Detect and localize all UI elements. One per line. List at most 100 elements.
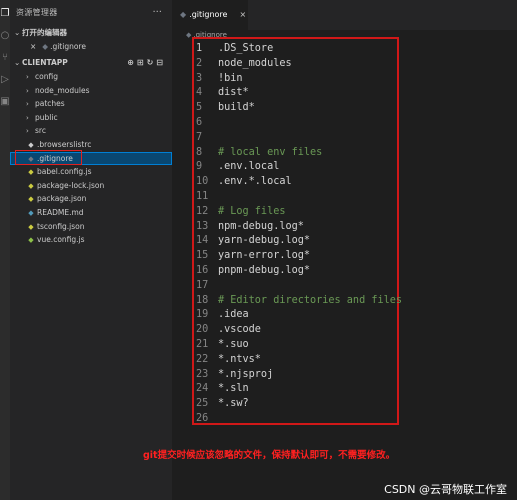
search-icon[interactable]: ○ xyxy=(0,28,10,44)
chevron-right-icon: › xyxy=(26,127,29,136)
line-number: 10 xyxy=(196,176,209,188)
line-number: 1 xyxy=(196,43,203,54)
code-text: .env.*.local xyxy=(218,176,292,188)
code-line: 9 .env.local xyxy=(196,160,402,175)
code-line: 8 # local env files xyxy=(196,146,402,161)
explorer-title: 资源管理器 xyxy=(16,8,58,17)
code-line: 1 .DS_Store xyxy=(196,42,402,57)
tree-item-label: patches xyxy=(35,99,65,109)
project-header[interactable]: ⌄ CLIENTAPP ⊕⊞↻⊟ xyxy=(10,56,172,70)
code-line: 5 build* xyxy=(196,101,402,116)
open-editor-item[interactable]: × ◆ .gitignore xyxy=(10,40,172,54)
chevron-right-icon: › xyxy=(26,86,29,95)
code-text: *.sln xyxy=(218,383,249,395)
code-text: yarn-debug.log* xyxy=(218,235,311,247)
line-number: 21 xyxy=(196,338,209,350)
editor-area: ◆ .gitignore × ◆ .gitignore 1 .DS_Store 2 node… xyxy=(172,0,517,500)
file-icon: ◆ xyxy=(28,195,34,204)
code-line: 26 xyxy=(196,412,402,427)
tree-file[interactable]: ◆ .gitignore xyxy=(10,149,172,166)
code-line: 3 !bin xyxy=(196,72,402,87)
line-number: 16 xyxy=(196,264,209,276)
close-icon[interactable]: × xyxy=(30,42,36,51)
tree-file[interactable]: ◆ babel.config.js xyxy=(10,165,172,179)
line-number: 6 xyxy=(196,116,203,128)
code-line: 12 # Log files xyxy=(196,205,402,220)
line-number: 26 xyxy=(196,412,209,424)
code-line: 17 xyxy=(196,279,402,294)
chevron-right-icon: › xyxy=(26,73,29,81)
close-icon[interactable]: × xyxy=(239,10,246,19)
tree-file[interactable]: ◆ package-lock.json xyxy=(10,179,172,193)
tree-folder[interactable]: › node_modules xyxy=(10,84,172,98)
code-line: 10 .env.*.local xyxy=(196,175,402,190)
source-control-icon[interactable]: ⑂ xyxy=(0,50,10,66)
new-folder-icon[interactable]: ⊞ xyxy=(137,58,147,67)
chevron-right-icon: › xyxy=(26,113,29,122)
code-text: build* xyxy=(218,102,255,114)
code-text: npm-debug.log* xyxy=(218,220,304,232)
annotation-text: git提交时候应该忽略的文件，保持默认即可，不需要修改。 xyxy=(143,450,396,461)
file-icon: ◆ xyxy=(28,208,34,217)
new-file-icon[interactable]: ⊕ xyxy=(127,58,137,67)
tree-folder[interactable]: › patches xyxy=(10,97,172,111)
line-number: 3 xyxy=(196,72,203,84)
code-text: .env.local xyxy=(218,161,280,173)
line-number: 12 xyxy=(196,205,209,217)
code-line: 14 yarn-debug.log* xyxy=(196,234,402,249)
line-number: 17 xyxy=(196,279,209,291)
tab-gitignore[interactable]: ◆ .gitignore × xyxy=(172,0,248,30)
line-number: 8 xyxy=(196,146,203,158)
code-line: 2 node_modules xyxy=(196,57,402,72)
files-icon[interactable]: ❐ xyxy=(0,6,10,22)
open-editors-label: 打开的编辑器 xyxy=(22,28,67,37)
tab-label: .gitignore xyxy=(189,10,228,19)
code-lines[interactable]: 1 .DS_Store 2 node_modules 3 !bin 4 dist* 5 build… xyxy=(196,42,402,427)
file-tree: › config › node_modules › patches › public › src ◆… xyxy=(10,70,172,247)
tree-item-label: src xyxy=(35,126,46,136)
collapse-all-icon[interactable]: ⊟ xyxy=(156,58,166,67)
extensions-icon[interactable]: ▣ xyxy=(0,94,10,110)
code-text: pnpm-debug.log* xyxy=(218,264,311,276)
tab-bar: ◆ .gitignore × xyxy=(172,0,517,30)
more-actions-icon[interactable]: ··· xyxy=(152,0,162,26)
refresh-icon[interactable]: ↻ xyxy=(147,58,157,67)
tree-folder[interactable]: › config xyxy=(10,70,172,84)
chevron-down-icon: ⌄ xyxy=(14,58,21,67)
tree-folder[interactable]: › src xyxy=(10,124,172,138)
tree-item-label: package-lock.json xyxy=(37,180,105,190)
highlight-box xyxy=(15,149,82,165)
tree-item-label: babel.config.js xyxy=(37,167,92,177)
code-line: 6 xyxy=(196,116,402,131)
tree-file[interactable]: ◆ tsconfig.json xyxy=(10,220,172,234)
tree-item-label: config xyxy=(35,72,58,81)
code-line: 4 dist* xyxy=(196,86,402,101)
code-text: .idea xyxy=(218,309,249,321)
project-toolbar: ⊕⊞↻⊟ xyxy=(127,56,166,70)
code-text: *.ntvs* xyxy=(218,353,261,365)
tree-folder[interactable]: › public xyxy=(10,111,172,125)
line-number: 5 xyxy=(196,102,203,114)
run-debug-icon[interactable]: ▷ xyxy=(0,72,10,88)
line-number: 25 xyxy=(196,398,209,410)
line-number: 14 xyxy=(196,235,209,247)
tree-file[interactable]: ◆ README.md xyxy=(10,206,172,220)
line-number: 7 xyxy=(196,131,203,143)
explorer-sidebar: 资源管理器 ··· ⌄ 打开的编辑器 × ◆ .gitignore ⌄ CLIENTAP… xyxy=(10,0,172,500)
line-number: 4 xyxy=(196,87,203,99)
code-line: 20 .vscode xyxy=(196,323,402,338)
line-number: 19 xyxy=(196,309,209,321)
code-text: yarn-error.log* xyxy=(218,250,311,262)
tree-file[interactable]: ◆ package.json xyxy=(10,192,172,206)
gitignore-file-icon: ◆ xyxy=(180,10,187,19)
line-number: 2 xyxy=(196,57,203,69)
code-text: # local env files xyxy=(218,146,323,158)
code-line: 22 *.ntvs* xyxy=(196,353,402,368)
code-text: .DS_Store xyxy=(218,43,274,54)
tree-item-label: .browserslistrc xyxy=(37,139,92,149)
line-number: 22 xyxy=(196,353,209,365)
tree-file[interactable]: ◆ vue.config.js xyxy=(10,233,172,247)
tree-item-label: package.json xyxy=(37,194,87,204)
chevron-right-icon: › xyxy=(26,100,29,109)
open-editors-header[interactable]: ⌄ 打开的编辑器 xyxy=(10,26,172,40)
